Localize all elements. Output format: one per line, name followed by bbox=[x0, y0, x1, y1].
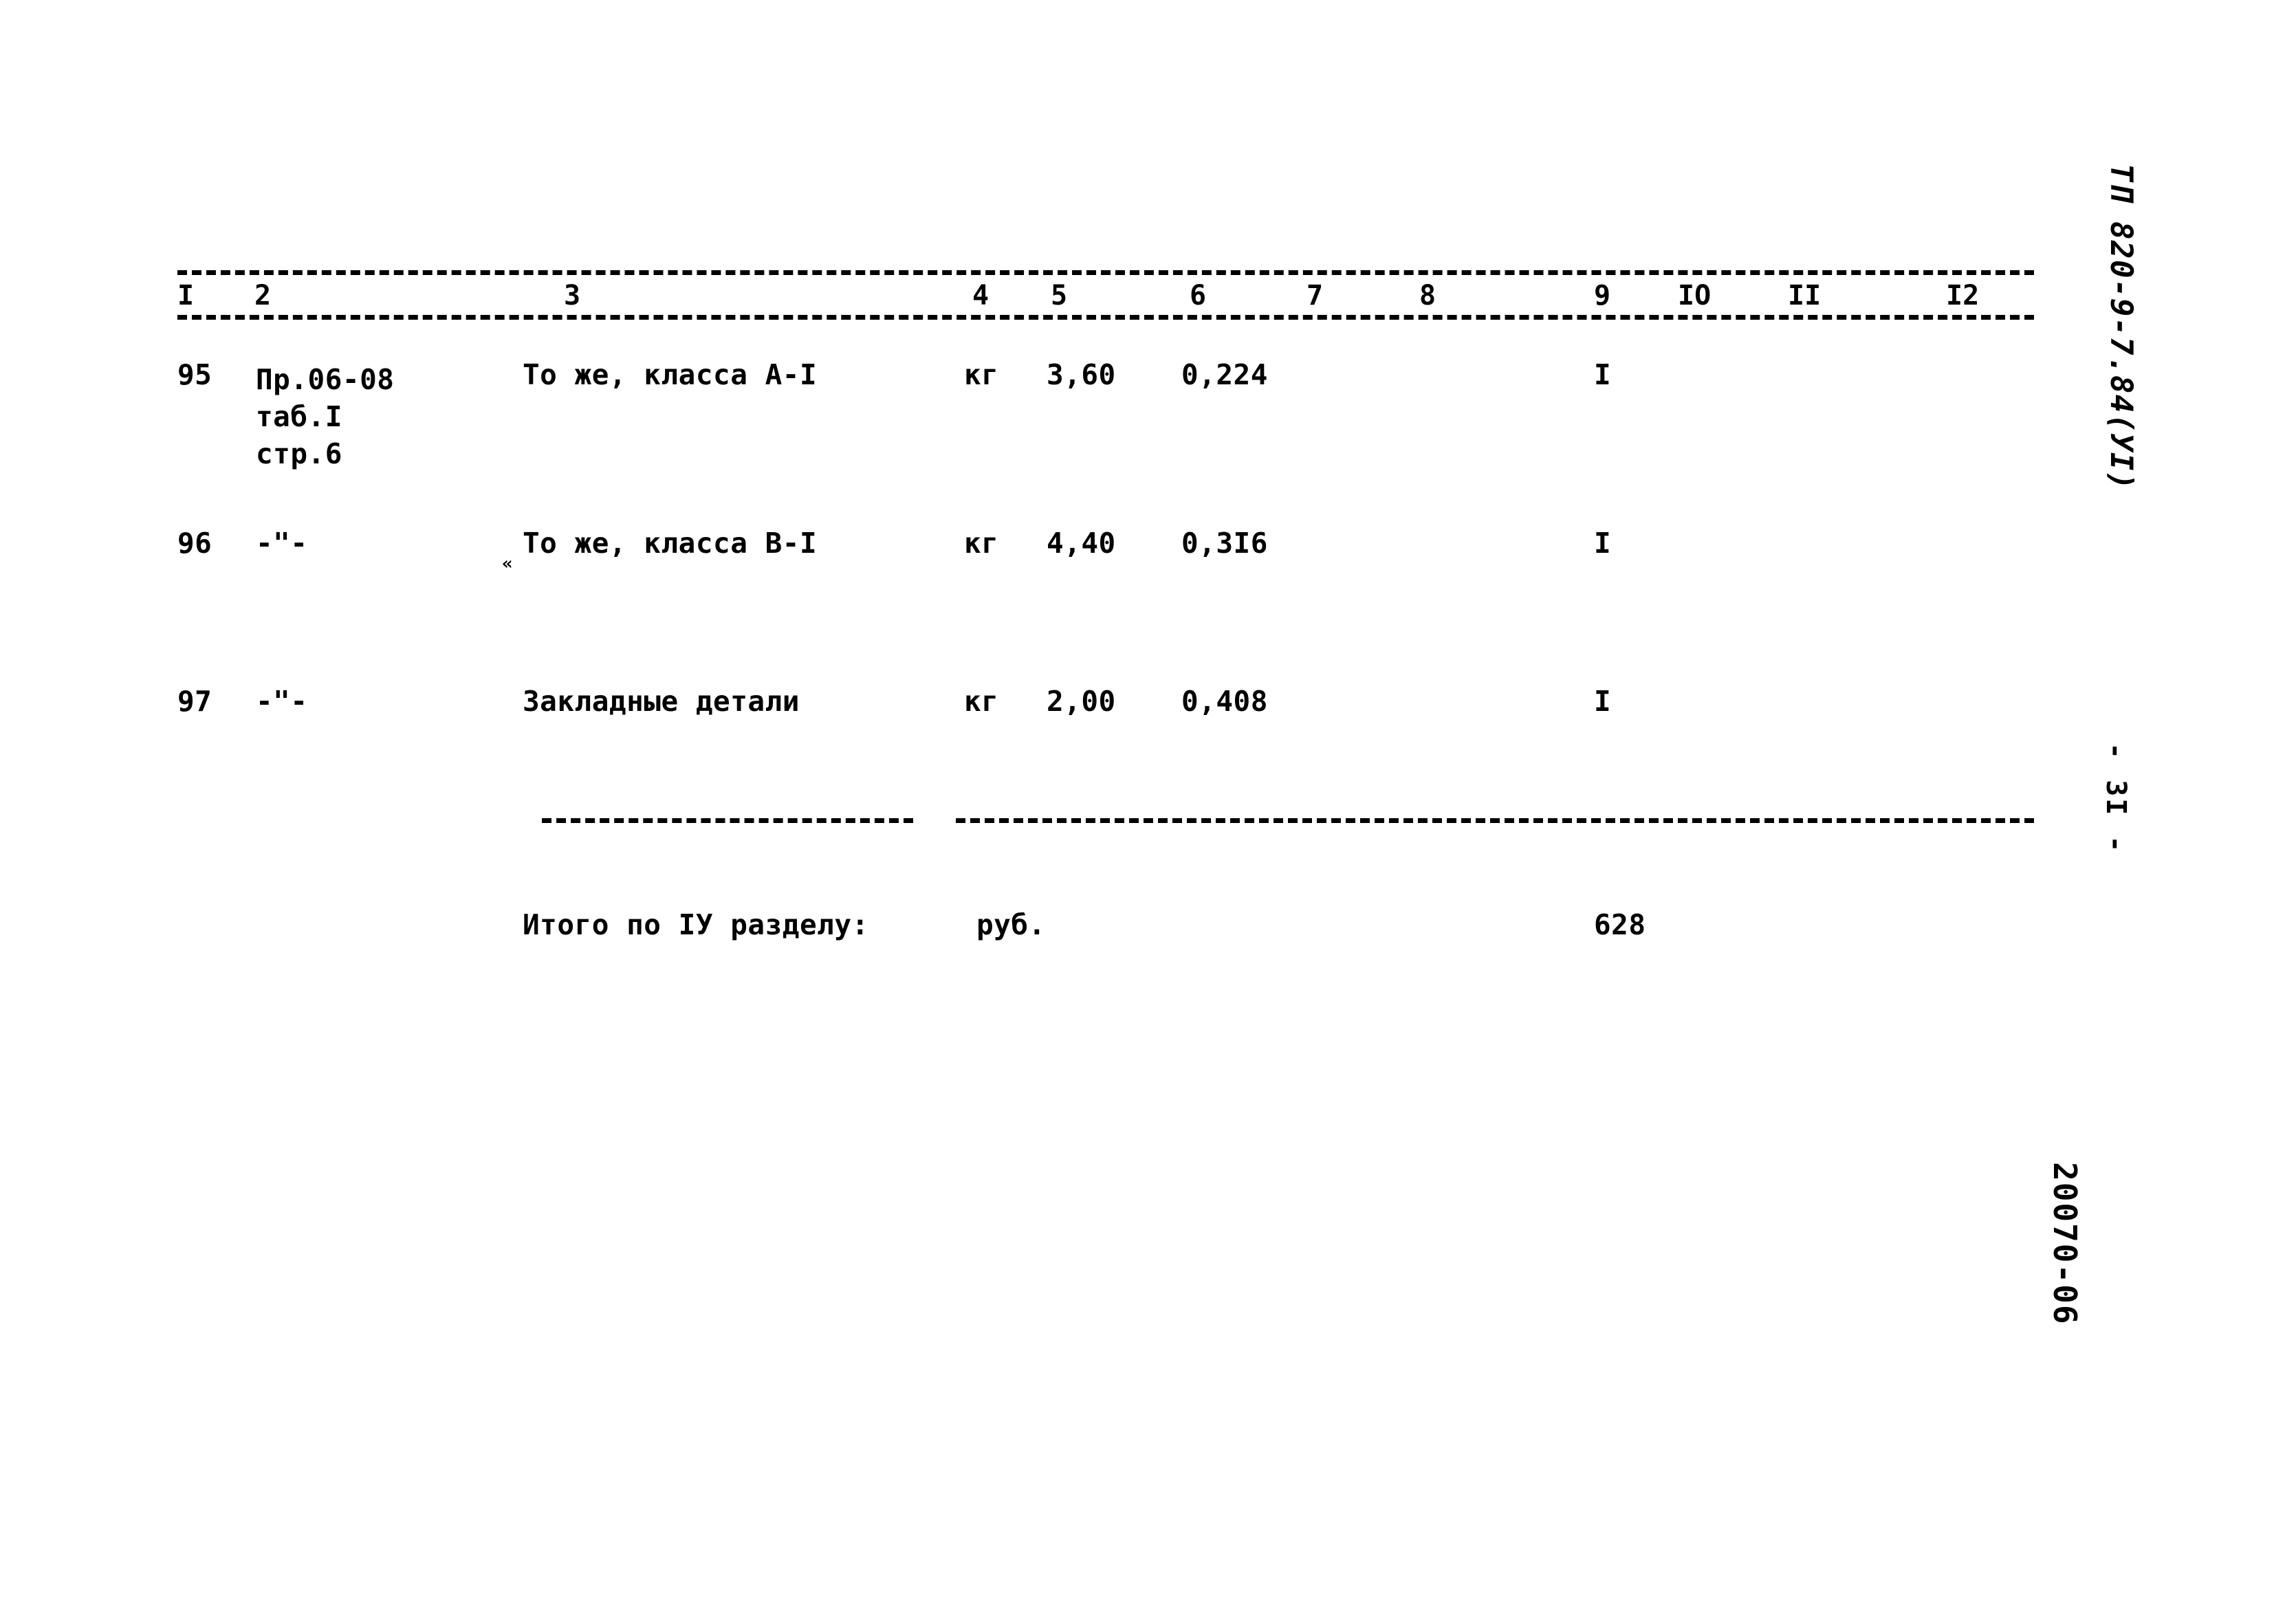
table-row: -"- bbox=[256, 527, 308, 560]
table-row: То же, класса А-I bbox=[523, 358, 818, 391]
table-row: 2,00 bbox=[1047, 685, 1116, 718]
table-row: кг bbox=[964, 358, 999, 391]
table-row: 0,3I6 bbox=[1181, 527, 1268, 560]
total-separator-right bbox=[956, 818, 2034, 823]
column-header-12: I2 bbox=[1946, 280, 1980, 311]
table-row: Пр.06-08 таб.I стр.6 bbox=[256, 363, 395, 471]
table-row: I bbox=[1594, 358, 1612, 391]
total-unit: руб. bbox=[976, 908, 1046, 941]
column-header-7: 7 bbox=[1307, 280, 1324, 311]
table-row: 95 bbox=[177, 358, 212, 391]
table-row: 0,408 bbox=[1181, 685, 1268, 718]
table-row: 96 bbox=[177, 527, 212, 560]
table-row: 97 bbox=[177, 685, 212, 718]
table-row: -"- bbox=[256, 685, 308, 718]
table-row: I bbox=[1594, 685, 1612, 718]
table-top-border bbox=[177, 270, 2034, 275]
scanned-document-page: I 2 3 4 5 6 7 8 9 IO II I2 95 Пр.06-08 т… bbox=[0, 0, 2274, 1624]
archive-number-stamp: 20070-06 bbox=[2046, 1162, 2084, 1326]
table-row: То же, класса В-I bbox=[523, 527, 818, 560]
table-row: 0,224 bbox=[1181, 358, 1268, 391]
column-header-11: II bbox=[1788, 280, 1822, 311]
column-header-6: 6 bbox=[1190, 280, 1207, 311]
column-header-3: 3 bbox=[564, 280, 581, 311]
table-row: I bbox=[1594, 527, 1612, 560]
column-header-2: 2 bbox=[254, 280, 272, 311]
table-header-border bbox=[177, 315, 2034, 320]
project-code-stamp: ТП 820-9-7.84(УI) bbox=[2103, 164, 2139, 491]
total-value: 628 bbox=[1594, 908, 1646, 941]
table-row: Закладные детали bbox=[523, 685, 800, 718]
table-row: кг bbox=[964, 527, 999, 560]
column-header-10: IO bbox=[1678, 280, 1712, 311]
total-label: Итого по IУ разделу: bbox=[523, 908, 869, 941]
column-header-5: 5 bbox=[1051, 280, 1068, 311]
total-separator-left bbox=[542, 818, 913, 823]
column-header-9: 9 bbox=[1594, 280, 1611, 311]
stray-ink-mark: « bbox=[502, 553, 513, 574]
column-header-1: I bbox=[177, 280, 195, 311]
table-row: кг bbox=[964, 685, 999, 718]
table-row: 4,40 bbox=[1047, 527, 1116, 560]
table-row: 3,60 bbox=[1047, 358, 1116, 391]
column-header-8: 8 bbox=[1419, 280, 1436, 311]
column-header-4: 4 bbox=[972, 280, 990, 311]
page-number-stamp: - 3I - bbox=[2100, 743, 2132, 855]
